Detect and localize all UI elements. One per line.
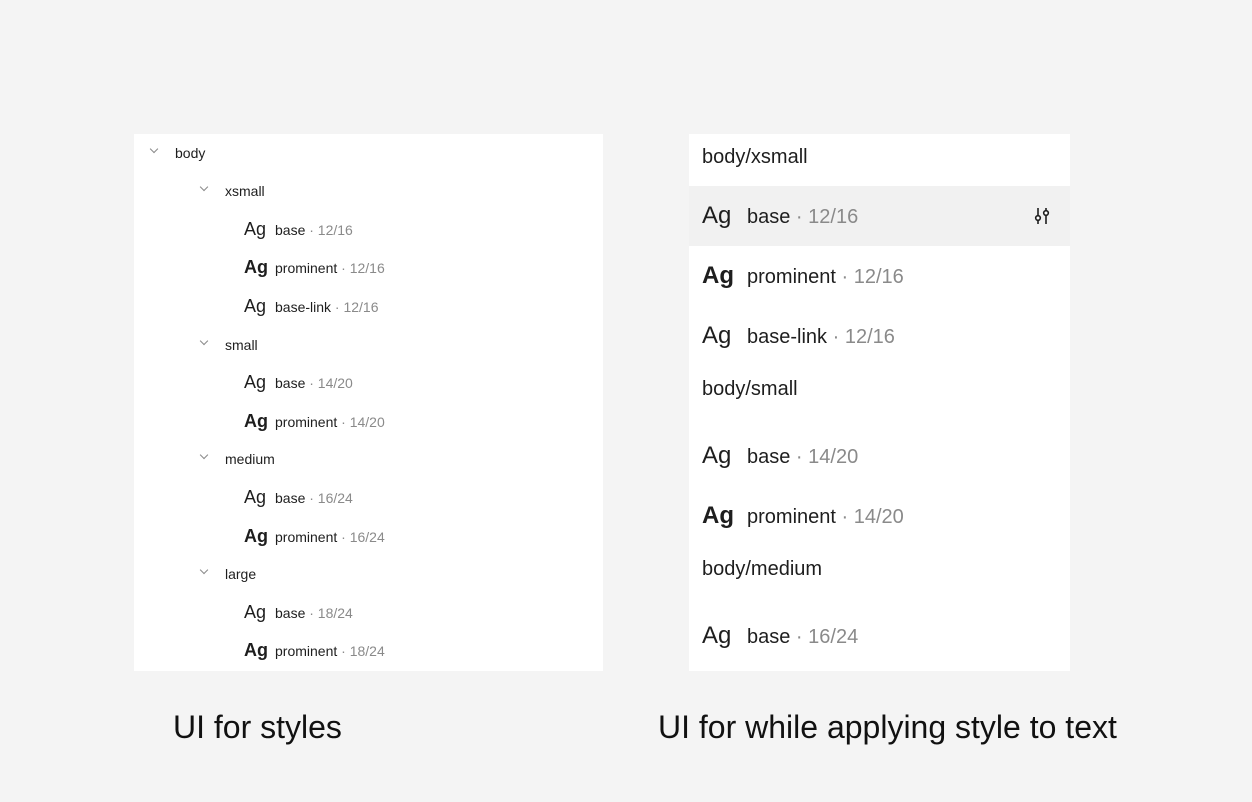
picker-group-header: body/medium xyxy=(689,546,1070,592)
style-preview-glyph: Ag xyxy=(244,219,267,240)
chevron-down-icon[interactable] xyxy=(149,144,159,154)
style-size-meta: · 18/24 xyxy=(305,605,353,622)
adjust-sliders-icon[interactable] xyxy=(1032,206,1052,226)
style-preview-glyph: Ag xyxy=(244,602,267,623)
style-size-meta: · 12/16 xyxy=(337,260,385,277)
style-preview-glyph: Ag xyxy=(702,502,734,529)
chevron-down-icon[interactable] xyxy=(199,566,209,575)
style-name: prominent xyxy=(275,260,338,277)
tree-style-row[interactable]: Ag base-link · 12/16 xyxy=(134,287,603,325)
tree-style-row[interactable]: Ag base · 12/16 xyxy=(134,211,603,249)
tree-group-label: large xyxy=(225,566,257,583)
style-name: base xyxy=(275,490,306,507)
style-preview-glyph: Ag xyxy=(244,295,267,316)
style-size-meta: · 16/24 xyxy=(790,626,859,648)
picker-style-row[interactable]: Ag base · 14/20 xyxy=(689,426,1070,486)
style-name: base xyxy=(747,206,791,228)
tree-group-label: body xyxy=(175,145,206,161)
tree-style-row[interactable]: Ag base · 18/24 xyxy=(134,594,603,632)
picker-group-label: body/medium xyxy=(702,557,823,580)
tree-group-label: xsmall xyxy=(225,183,265,200)
style-preview-glyph: Ag xyxy=(702,322,732,349)
style-name: base-link xyxy=(275,298,332,315)
style-name: prominent xyxy=(747,506,836,528)
style-preview-glyph: Ag xyxy=(244,257,268,278)
style-name: prominent xyxy=(747,266,836,288)
style-preview-glyph: Ag xyxy=(244,487,267,508)
chevron-down-icon[interactable] xyxy=(199,336,209,345)
style-size-meta: · 18/24 xyxy=(337,643,385,660)
style-picker-panel: body/xsmall Ag base · 12/16 Ag prominent · 1… xyxy=(689,134,1070,671)
chevron-down-icon[interactable] xyxy=(199,183,209,192)
tree-style-row[interactable]: Ag prominent · 12/16 xyxy=(134,249,603,287)
tree-row-group-large[interactable]: large xyxy=(134,555,603,593)
tree-row-group-xsmall[interactable]: xsmall xyxy=(134,172,603,210)
style-preview-glyph: Ag xyxy=(702,622,732,649)
style-size-meta: · 16/24 xyxy=(337,528,385,545)
picker-style-row[interactable]: Ag base-link · 12/16 xyxy=(689,306,1070,366)
tree-row-group-medium[interactable]: medium xyxy=(134,440,603,478)
style-name: prominent xyxy=(275,528,338,545)
picker-style-row[interactable]: Ag prominent · 14/20 xyxy=(689,486,1070,546)
style-name: base xyxy=(275,375,306,392)
styles-tree-panel: body xsmall Ag base · 12/16 Ag prominent · 12… xyxy=(134,134,603,671)
style-size-meta: · 12/16 xyxy=(305,222,353,239)
style-size-meta: · 16/24 xyxy=(305,490,353,507)
style-size-meta: · 12/16 xyxy=(331,298,379,315)
tree-group-label: small xyxy=(225,336,258,353)
tree-style-row[interactable]: Ag base · 16/24 xyxy=(134,479,603,517)
style-name: prominent xyxy=(275,643,338,660)
style-size-meta: · 14/20 xyxy=(835,506,904,528)
picker-style-row[interactable]: Ag prominent · 12/16 xyxy=(689,246,1070,306)
caption-styles-ui: UI for styles xyxy=(173,709,342,745)
style-preview-glyph: Ag xyxy=(702,202,732,229)
style-size-meta: · 14/20 xyxy=(305,375,353,392)
style-preview-glyph: Ag xyxy=(244,525,268,546)
caption-apply-style-ui: UI for while applying style to text xyxy=(658,709,1117,745)
tree-style-row[interactable]: Ag prominent · 14/20 xyxy=(134,402,603,440)
tree-row-body[interactable]: body xyxy=(134,134,603,172)
style-size-meta: · 14/20 xyxy=(790,446,859,468)
style-name: base xyxy=(275,605,306,622)
style-name: base xyxy=(747,446,791,468)
tree-style-row[interactable]: Ag prominent · 16/24 xyxy=(134,517,603,555)
style-preview-glyph: Ag xyxy=(702,262,734,289)
picker-group-label: body/small xyxy=(702,377,798,400)
style-size-meta: · 14/20 xyxy=(337,413,385,430)
style-name: base-link xyxy=(747,326,828,348)
style-name: prominent xyxy=(275,413,338,430)
picker-group-label: body/xsmall xyxy=(702,145,808,168)
picker-group-header: body/xsmall xyxy=(689,134,1070,180)
picker-style-row[interactable]: Ag base · 12/16 xyxy=(689,186,1070,246)
picker-style-row[interactable]: Ag base · 16/24 xyxy=(689,606,1070,666)
style-size-meta: · 12/16 xyxy=(790,206,859,228)
style-name: base xyxy=(275,222,306,239)
style-preview-glyph: Ag xyxy=(244,372,267,393)
style-preview-glyph: Ag xyxy=(244,410,268,431)
tree-group-label: medium xyxy=(225,451,275,468)
style-size-meta: · 12/16 xyxy=(827,326,895,348)
style-preview-glyph: Ag xyxy=(702,442,732,469)
style-preview-glyph: Ag xyxy=(244,640,268,661)
style-name: base xyxy=(747,626,791,648)
tree-style-row[interactable]: Ag base · 14/20 xyxy=(134,364,603,402)
picker-group-header: body/small xyxy=(689,366,1070,412)
chevron-down-icon[interactable] xyxy=(199,451,209,460)
tree-style-row[interactable]: Ag prominent · 18/24 xyxy=(134,632,603,670)
tree-row-group-small[interactable]: small xyxy=(134,326,603,364)
style-size-meta: · 12/16 xyxy=(835,266,904,288)
